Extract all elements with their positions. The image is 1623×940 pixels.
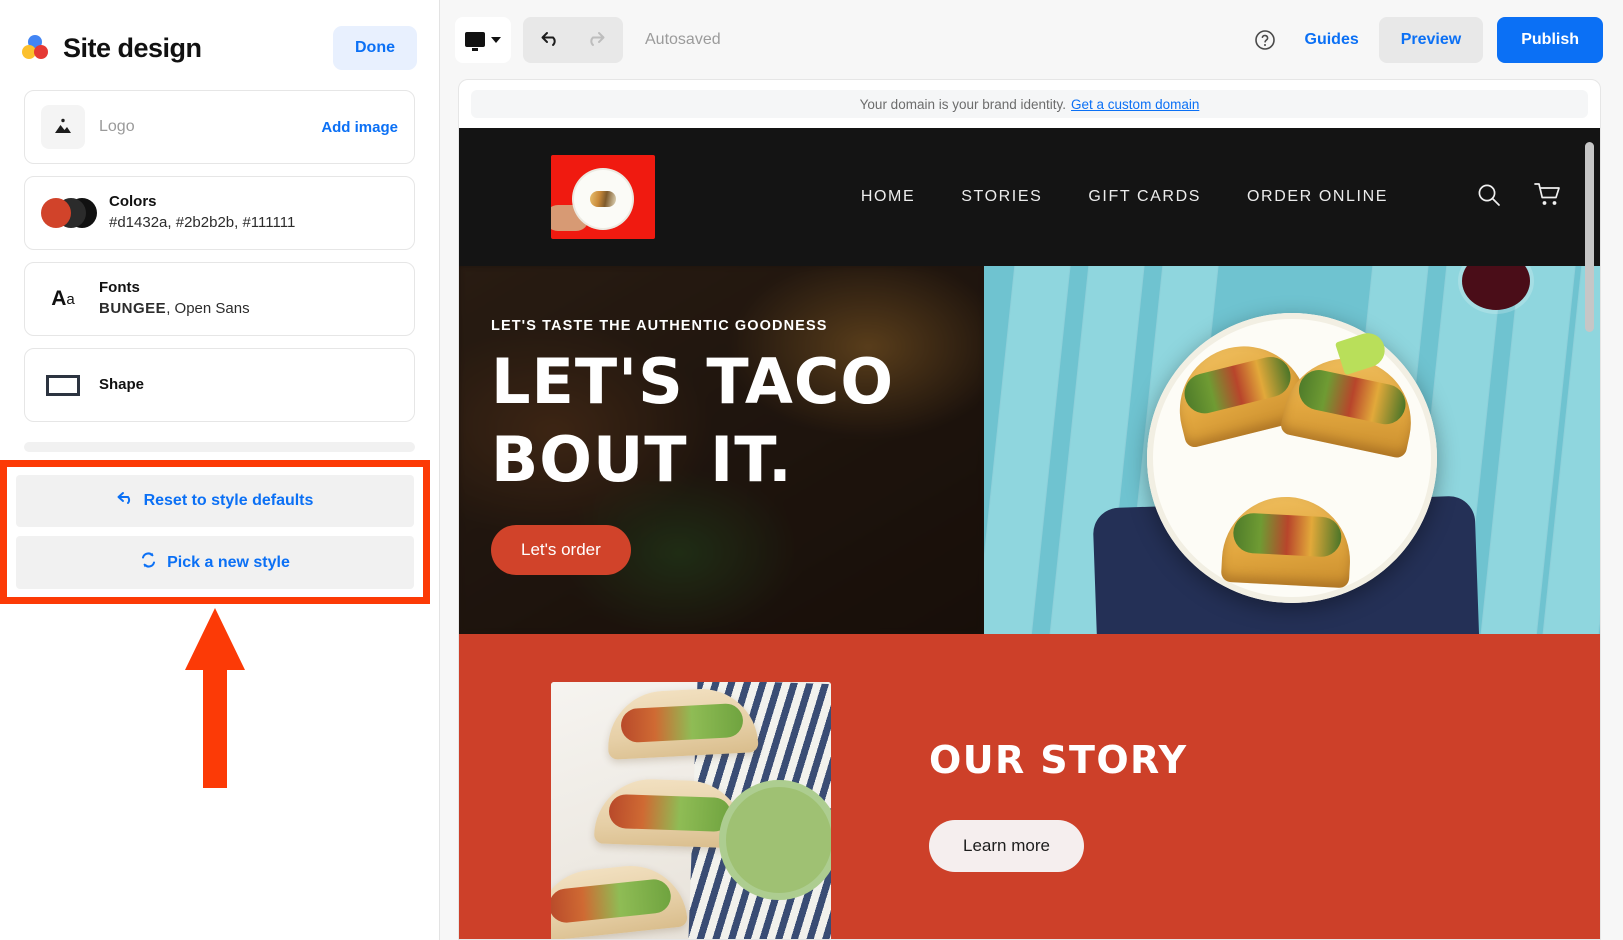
undo-arrow-icon <box>117 491 134 511</box>
color-swatches-icon <box>41 191 97 235</box>
toolbar-right-group: Guides Preview Publish <box>1245 16 1603 63</box>
shape-card[interactable]: Shape <box>24 348 415 422</box>
domain-banner: Your domain is your brand identity. Get … <box>471 90 1588 119</box>
device-selector-button[interactable] <box>455 16 511 63</box>
site-design-editor: Site design Done Logo Add image Colors #… <box>0 0 1623 940</box>
annotation-highlight-box: Reset to style defaults Pick a new style <box>0 460 430 604</box>
refresh-icon <box>140 552 157 573</box>
story-learn-more-button[interactable]: Learn more <box>929 820 1084 873</box>
page-title: Site design <box>63 32 202 63</box>
editor-main: Autosaved Guides Preview Publish Your do… <box>440 0 1623 940</box>
redo-button[interactable] <box>573 20 617 60</box>
image-placeholder-icon <box>41 105 85 149</box>
reset-to-style-defaults-button[interactable]: Reset to style defaults <box>16 475 414 527</box>
logo-placeholder-text: Logo <box>99 118 135 135</box>
site-nav-links: HOME STORIES GIFT CARDS ORDER ONLINE <box>861 182 1562 213</box>
add-image-button[interactable]: Add image <box>321 119 398 136</box>
hero-photo-tacos <box>984 266 1600 635</box>
hero-eyebrow: LET'S TASTE THE AUTHENTIC GOODNESS <box>491 318 828 335</box>
canvas-vertical-scrollbar[interactable] <box>1585 142 1594 622</box>
done-button[interactable]: Done <box>333 26 417 70</box>
sidebar-divider <box>24 442 415 452</box>
fonts-card-value: BUNGEE, Open Sans <box>99 298 398 320</box>
shape-card-label: Shape <box>99 375 145 393</box>
story-photo-tacos <box>551 682 831 939</box>
story-title: OUR STORY <box>929 738 1188 783</box>
hero-title-line2: BOUT IT. <box>491 423 793 497</box>
search-icon[interactable] <box>1476 182 1502 213</box>
shopping-cart-icon[interactable] <box>1534 182 1562 213</box>
site-logo-image[interactable] <box>551 155 655 240</box>
fonts-card[interactable]: Aa Fonts BUNGEE, Open Sans <box>24 262 415 336</box>
publish-button[interactable]: Publish <box>1497 16 1603 63</box>
help-button[interactable] <box>1245 20 1285 60</box>
colors-card-value: #d1432a, #2b2b2b, #111111 <box>109 214 296 232</box>
get-custom-domain-link[interactable]: Get a custom domain <box>1071 97 1199 112</box>
site-nav-link-gift-cards[interactable]: GIFT CARDS <box>1088 188 1201 206</box>
annotation-arrow-icon <box>183 608 247 788</box>
hero-title-line1: LET'S TACO <box>491 345 895 419</box>
fonts-card-label: Fonts <box>99 279 140 296</box>
site-preview-frame: HOME STORIES GIFT CARDS ORDER ONLINE LET… <box>459 128 1600 939</box>
site-design-sidebar: Site design Done Logo Add image Colors #… <box>0 0 440 940</box>
hero-section: LET'S TASTE THE AUTHENTIC GOODNESS LET'S… <box>459 266 1600 635</box>
hero-cta-button[interactable]: Let's order <box>491 524 631 575</box>
editor-toolbar: Autosaved Guides Preview Publish <box>440 0 1623 79</box>
undo-button[interactable] <box>529 20 573 60</box>
logo-card[interactable]: Logo Add image <box>24 90 415 164</box>
reset-button-label: Reset to style defaults <box>143 492 314 509</box>
site-nav-link-stories[interactable]: STORIES <box>961 188 1042 206</box>
style-actions-zone: Reset to style defaults Pick a new style <box>0 460 430 604</box>
site-nav-link-order-online[interactable]: ORDER ONLINE <box>1247 188 1388 206</box>
pick-style-button-label: Pick a new style <box>167 553 290 571</box>
primary-font-name: BUNGEE <box>99 300 167 318</box>
sidebar-header: Site design Done <box>0 0 439 90</box>
colors-card-label: Colors <box>109 193 157 210</box>
preview-button[interactable]: Preview <box>1378 16 1484 63</box>
undo-redo-group <box>523 16 623 63</box>
site-navigation-bar: HOME STORIES GIFT CARDS ORDER ONLINE <box>459 128 1600 267</box>
font-aa-icon: Aa <box>51 287 75 310</box>
guides-button[interactable]: Guides <box>1285 31 1379 49</box>
chevron-down-icon <box>491 36 501 43</box>
design-option-cards: Logo Add image Colors #d1432a, #2b2b2b, … <box>0 90 439 422</box>
site-nav-link-home[interactable]: HOME <box>861 188 915 206</box>
rectangle-icon <box>41 363 85 407</box>
hero-text-panel: LET'S TASTE THE AUTHENTIC GOODNESS LET'S… <box>459 266 984 635</box>
colors-card[interactable]: Colors #d1432a, #2b2b2b, #111111 <box>24 176 415 250</box>
our-story-section: OUR STORY Learn more <box>459 634 1600 939</box>
domain-banner-text: Your domain is your brand identity. <box>859 96 1067 112</box>
secondary-font-name: , Open Sans <box>166 300 250 318</box>
color-circles-icon <box>22 35 48 61</box>
pick-a-new-style-button[interactable]: Pick a new style <box>16 536 414 589</box>
desktop-monitor-icon <box>465 32 485 52</box>
site-preview-canvas: Your domain is your brand identity. Get … <box>458 79 1601 940</box>
autosave-status: Autosaved <box>645 30 721 48</box>
